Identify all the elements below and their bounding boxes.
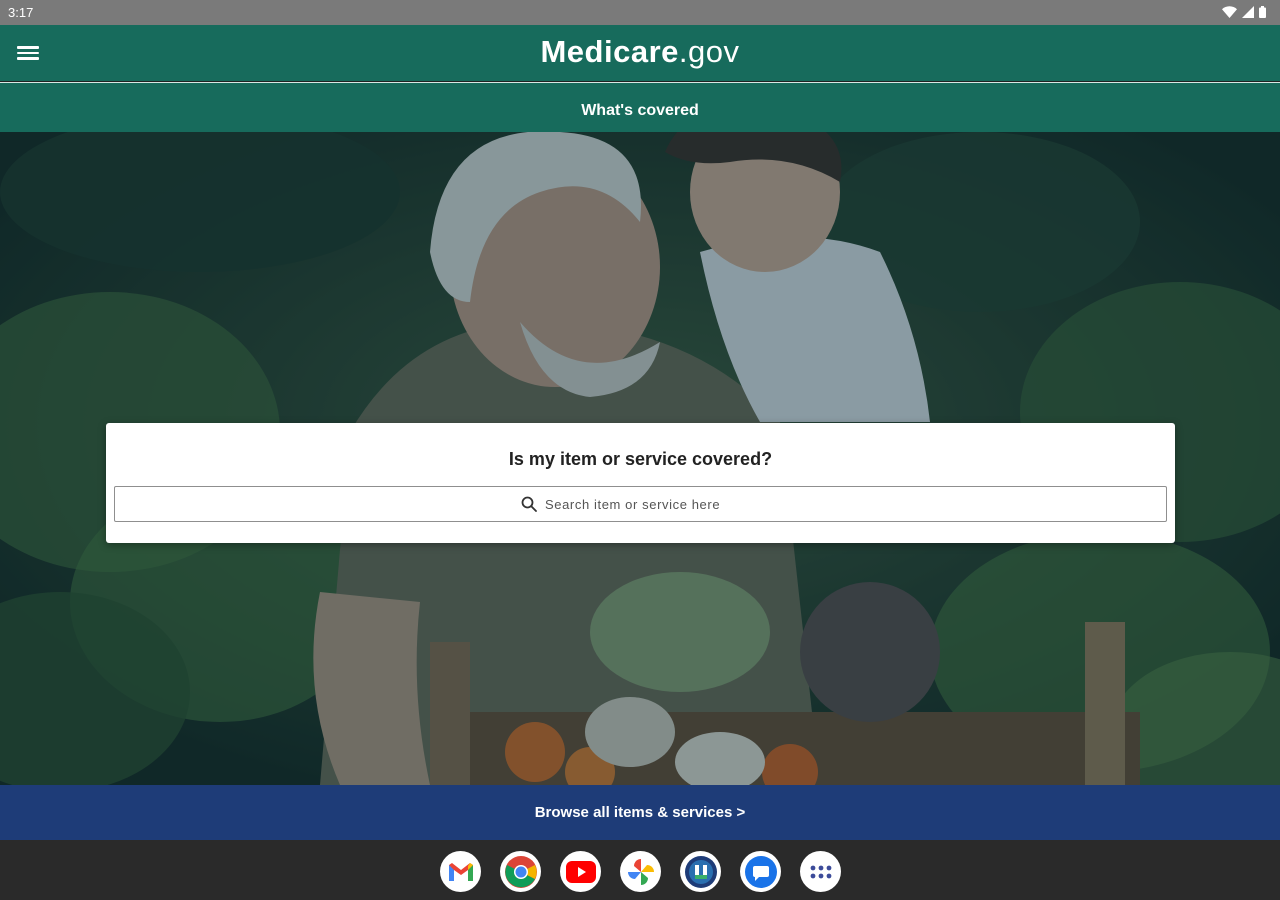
wifi-icon <box>1222 6 1237 18</box>
status-time: 3:17 <box>8 5 34 20</box>
section-title: What's covered <box>581 102 699 119</box>
search-icon <box>521 496 537 512</box>
medicare-logo: Medicare.gov <box>0 34 1280 70</box>
status-bar: 3:17 <box>0 0 1280 25</box>
search-card-title: Is my item or service covered? <box>508 449 773 469</box>
battery-icon <box>1259 6 1266 18</box>
gmail-icon[interactable] <box>440 851 481 892</box>
youtube-icon[interactable] <box>560 851 601 892</box>
search-card: Is my item or service covered? <box>106 423 1175 543</box>
logo-primary: Medicare <box>540 34 679 69</box>
messages-icon[interactable] <box>740 851 781 892</box>
search-input[interactable] <box>545 496 760 512</box>
dock-icons <box>440 851 841 892</box>
signal-icon <box>1242 6 1254 18</box>
section-header: What's covered <box>0 82 1280 132</box>
status-icons <box>1222 5 1266 19</box>
chrome-icon[interactable] <box>500 851 541 892</box>
app-header: Medicare.gov <box>0 25 1280 81</box>
app-drawer-icon[interactable] <box>800 851 841 892</box>
app-dock <box>0 840 1280 900</box>
browse-all-label: Browse all items & services > <box>534 804 746 821</box>
search-field[interactable] <box>114 486 1167 522</box>
medicare-app-icon[interactable] <box>680 851 721 892</box>
logo-secondary: .gov <box>678 34 740 69</box>
browse-all-button[interactable]: Browse all items & services > <box>0 785 1280 840</box>
photos-icon[interactable] <box>620 851 661 892</box>
